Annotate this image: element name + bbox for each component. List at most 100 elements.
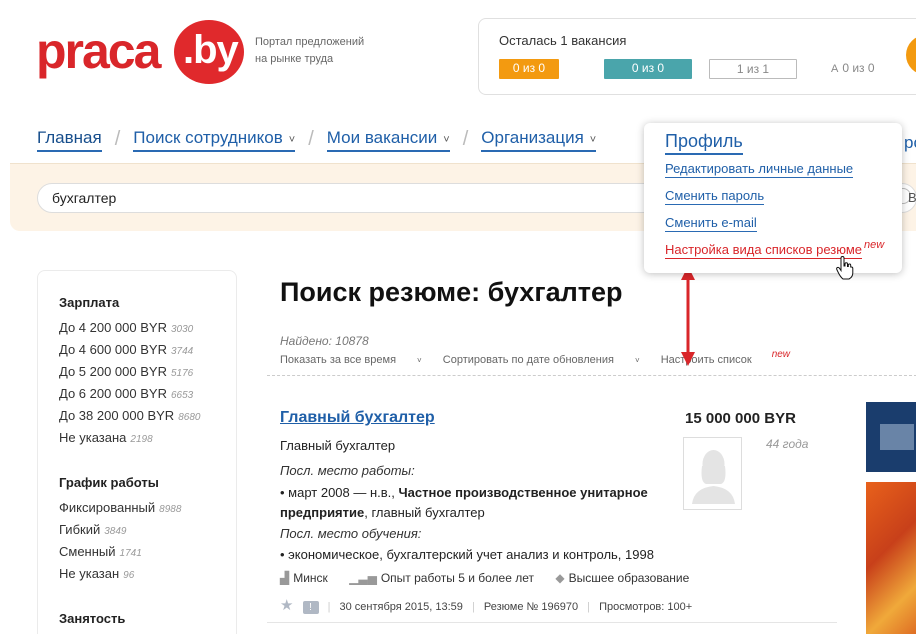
vacancy-counter-teal[interactable]: 0 из 0 (604, 59, 692, 79)
filter-option-count: 6653 (170, 390, 194, 401)
list-controls: Показать за все время ˅ Сортировать по да… (280, 349, 826, 366)
nav-divider: / (308, 128, 314, 150)
schedule-filter-option[interactable]: Фиксированный 8988 (59, 500, 181, 515)
configure-list-label: Настроить список (660, 354, 752, 366)
resume-views: Просмотров: 100+ (599, 601, 693, 613)
logo-suffix: .by (183, 28, 239, 72)
vacancy-counter-auto[interactable]: A0 из 0 (831, 59, 901, 79)
filter-sidebar: Зарплата До 4 200 000 BYR 3030 До 4 600 0… (37, 270, 237, 634)
nav-divider: / (114, 128, 121, 150)
nav-profile-edge[interactable]: ро (904, 133, 916, 153)
vacancy-counter-orange[interactable]: 0 из 0 (499, 59, 559, 79)
nav-divider: / (462, 128, 469, 150)
divider (267, 375, 916, 376)
resume-education-label: Высшее образование (568, 571, 690, 585)
filter-option-label: Не указан (59, 566, 120, 581)
search-option-label: В (908, 190, 916, 205)
menu-change-email[interactable]: Сменить e-mail (665, 215, 757, 232)
last-study-label: Посл. место обучения: (280, 526, 422, 541)
profile-dropdown: Профиль Редактировать личные данные Смен… (644, 123, 902, 273)
menu-edit-personal-data[interactable]: Редактировать личные данные (665, 161, 854, 178)
resume-city: ▟ Минск (280, 571, 328, 585)
filter-option-label: Гибкий (59, 522, 101, 537)
sort-label: Сортировать по дате обновления (442, 354, 614, 366)
nav-my-vacancies[interactable]: Мои вакансии ˅ (326, 128, 450, 152)
resume-salary: 15 000 000 BYR (685, 410, 796, 427)
menu-change-password[interactable]: Сменить пароль (665, 188, 765, 205)
filter-option-label: Не указана (59, 430, 127, 445)
schedule-filter-title: График работы (59, 475, 159, 490)
divider (267, 622, 837, 623)
hand-cursor-icon (836, 256, 854, 280)
time-filter-dropdown[interactable]: Показать за все время ˅ (280, 354, 422, 366)
last-work-label: Посл. место работы: (280, 463, 415, 478)
comment-icon[interactable]: ! (302, 601, 319, 614)
nav-search-employees-label: Поиск сотрудников (133, 128, 283, 147)
resume-date: 30 сентября 2015, 13:59 (339, 601, 463, 613)
menu-list-view-settings[interactable]: Настройка вида списков резюме (665, 242, 862, 259)
filter-option-count: 5176 (170, 368, 194, 379)
pixelated-image (880, 424, 914, 450)
schedule-filter-option[interactable]: Сменный 1741 (59, 544, 142, 559)
experience-bars-icon: ▁▃▅ (349, 571, 377, 585)
employment-filter-title: Занятость (59, 611, 126, 626)
salary-filter-option[interactable]: До 5 200 000 BYR 5176 (59, 364, 193, 379)
new-badge: new (864, 239, 885, 251)
star-icon[interactable]: ★ (280, 597, 293, 614)
city-icon: ▟ (280, 571, 290, 585)
resume-photo-placeholder[interactable] (683, 437, 742, 510)
nav-search-employees[interactable]: Поиск сотрудников ˅ (133, 128, 296, 152)
filter-option-count: 2198 (130, 434, 153, 445)
salary-filter-option[interactable]: До 4 200 000 BYR 3030 (59, 320, 193, 335)
tagline: Портал предложений на рынке труда (255, 36, 365, 65)
chevron-down-icon: ˅ (634, 356, 640, 365)
nav-organization[interactable]: Организация ˅ (481, 128, 597, 152)
salary-filter-option[interactable]: До 4 600 000 BYR 3744 (59, 342, 193, 357)
nav-home[interactable]: Главная (37, 128, 102, 152)
resume-title-link[interactable]: Главный бухгалтер (280, 409, 435, 427)
ad-thumbnail[interactable] (866, 402, 916, 472)
resume-education: ◆ Высшее образование (555, 571, 689, 585)
chevron-down-icon: ˅ (443, 134, 450, 146)
chevron-down-icon: ˅ (589, 134, 597, 146)
resume-number: Резюме № 196970 (483, 601, 579, 613)
filter-option-label: До 6 200 000 BYR (59, 386, 167, 401)
last-study-details: • экономическое, бухгалтерский учет анал… (280, 547, 654, 562)
vacancies-panel: Осталась 1 вакансия 0 из 0 0 из 0 1 из 1… (478, 18, 916, 95)
filter-option-label: Фиксированный (59, 500, 156, 515)
vacancy-counter-auto-label: 0 из 0 (842, 61, 875, 75)
filter-option-count: 8988 (159, 504, 182, 515)
resume-experience: ▁▃▅ Опыт работы 5 и более лет (349, 571, 534, 585)
vacancy-counter-outline[interactable]: 1 из 1 (709, 59, 797, 79)
last-work-position: , главный бухгалтер (364, 505, 485, 520)
salary-filter-option[interactable]: До 38 200 000 BYR 8680 (59, 408, 200, 423)
results-count: Найдено: 10878 (280, 334, 369, 348)
female-avatar-icon (692, 450, 735, 504)
sort-dropdown[interactable]: Сортировать по дате обновления ˅ (443, 354, 640, 366)
salary-filter-title: Зарплата (59, 295, 120, 310)
salary-filter-option[interactable]: Не указана 2198 (59, 430, 153, 445)
ad-thumbnail[interactable] (866, 482, 916, 634)
resume-city-label: Минск (293, 571, 328, 585)
profile-menu-title[interactable]: Профиль (665, 131, 743, 155)
filter-option-label: До 4 200 000 BYR (59, 320, 167, 335)
chevron-down-icon: ˅ (288, 134, 296, 146)
resume-position: Главный бухгалтер (280, 438, 396, 453)
resume-footer: ★ ! | 30 сентября 2015, 13:59 | Резюме №… (280, 596, 692, 614)
separator: | (327, 601, 331, 613)
salary-filter-option[interactable]: До 6 200 000 BYR 6653 (59, 386, 193, 401)
chevron-down-icon: ˅ (417, 356, 422, 365)
time-filter-label: Показать за все время (280, 354, 397, 366)
filter-option-count: 1741 (119, 548, 142, 559)
filter-option-count: 3030 (170, 324, 194, 335)
schedule-filter-option[interactable]: Гибкий 3849 (59, 522, 126, 537)
schedule-filter-option[interactable]: Не указан 96 (59, 566, 134, 581)
graduation-cap-icon: ◆ (555, 571, 565, 585)
last-work-details: • март 2008 — н.в., Частное производстве… (280, 483, 680, 523)
page-title: Поиск резюме: бухгалтер (280, 277, 623, 307)
double-arrow-icon (681, 266, 695, 366)
separator: | (587, 601, 591, 613)
resume-experience-label: Опыт работы 5 и более лет (380, 571, 535, 585)
praca-logo[interactable]: praca .by (36, 20, 246, 84)
resume-age: 44 года (766, 437, 809, 451)
